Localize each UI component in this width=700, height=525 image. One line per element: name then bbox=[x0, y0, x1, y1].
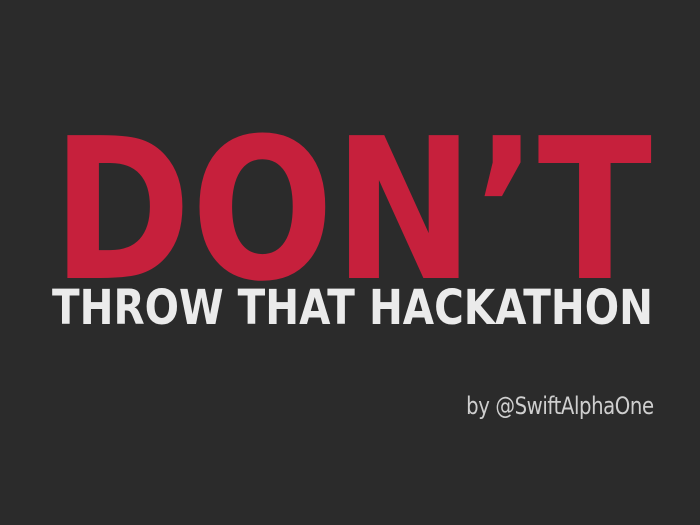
title-slide: DON’T THROW THAT HACKATHON by @SwiftAlph… bbox=[0, 0, 700, 525]
author-byline: by @SwiftAlphaOne bbox=[466, 392, 655, 420]
subtitle-text: THROW THAT HACKATHON bbox=[52, 288, 653, 332]
headline-text: DON’T bbox=[52, 118, 652, 288]
subtitle: THROW THAT HACKATHON bbox=[52, 288, 653, 332]
headline: DON’T bbox=[52, 118, 652, 288]
